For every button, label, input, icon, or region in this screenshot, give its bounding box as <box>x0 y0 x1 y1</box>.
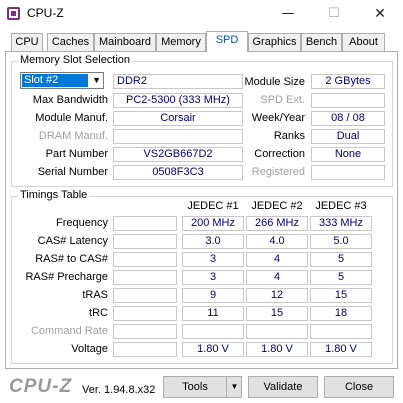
module-size-label: Module Size <box>244 76 305 88</box>
serial-number-value: 0508F3C3 <box>113 165 243 180</box>
tab-cpu[interactable]: CPU <box>11 33 43 51</box>
module-size-value: 2 GBytes <box>311 74 385 89</box>
timing-cell <box>182 324 244 339</box>
timing-row-blank-cell <box>113 234 177 249</box>
slot-select[interactable]: Slot #2 ▼ <box>20 72 104 89</box>
timing-cell: 15 <box>246 306 308 321</box>
timing-row-label: RAS# Precharge <box>25 271 108 283</box>
timing-row-label: Command Rate <box>30 325 108 337</box>
column-header-jedec-1: JEDEC #1 <box>187 200 239 212</box>
timing-row-label: CAS# Latency <box>37 235 108 247</box>
correction-label: Correction <box>254 148 305 160</box>
chevron-down-icon[interactable]: ▼ <box>226 377 242 397</box>
dram-manuf-value <box>113 129 243 144</box>
tab-memory[interactable]: Memory <box>156 33 206 51</box>
tab-spd[interactable]: SPD <box>206 31 248 52</box>
correction-value: None <box>311 147 385 162</box>
serial-number-label: Serial Number <box>37 166 108 178</box>
max-bandwidth-value: PC2-5300 (333 MHz) <box>113 93 243 108</box>
memory-type-value: DDR2 <box>113 74 243 89</box>
tab-bar: CPU Caches Mainboard Memory SPD Graphics… <box>0 31 403 52</box>
close-window-button[interactable]: ✕ <box>357 0 403 28</box>
registered-label: Registered <box>251 166 305 178</box>
tools-button-label: Tools <box>182 381 208 393</box>
module-manuf-value: Corsair <box>113 111 243 126</box>
timing-cell: 11 <box>182 306 244 321</box>
timing-row-blank-cell <box>113 270 177 285</box>
spd-ext-label: SPD Ext. <box>260 94 305 106</box>
timing-cell: 15 <box>310 288 372 303</box>
column-header-jedec-3: JEDEC #3 <box>315 200 367 212</box>
timing-row-blank-cell <box>113 288 177 303</box>
dram-manuf-label: DRAM Manuf. <box>38 130 108 142</box>
column-header-jedec-2: JEDEC #2 <box>251 200 303 212</box>
timing-row-label: Frequency <box>56 217 108 229</box>
timing-cell: 18 <box>310 306 372 321</box>
timing-row-blank-cell <box>113 324 177 339</box>
part-number-label: Part Number <box>45 148 108 160</box>
title-bar: CPU-Z — ☐ ✕ <box>0 0 403 28</box>
window-title: CPU-Z <box>27 6 64 20</box>
ranks-label: Ranks <box>273 130 305 142</box>
timing-cell: 200 MHz <box>182 216 244 231</box>
week-year-value: 08 / 08 <box>311 111 385 126</box>
minimize-button[interactable]: — <box>265 0 311 28</box>
timing-cell: 5.0 <box>310 234 372 249</box>
timing-row-label: tRC <box>89 307 108 319</box>
close-button[interactable]: Close <box>324 376 394 398</box>
group-title-memory-slot: Memory Slot Selection <box>18 54 133 66</box>
tab-about[interactable]: About <box>342 33 385 51</box>
module-manuf-label: Module Manuf. <box>35 112 108 124</box>
timing-row-blank-cell <box>113 252 177 267</box>
timing-cell: 266 MHz <box>246 216 308 231</box>
version-label: Ver. 1.94.8.x32 <box>82 384 156 396</box>
spd-panel: Memory Slot Selection Slot #2 ▼ DDR2 Max… <box>5 51 398 369</box>
timing-cell: 5 <box>310 270 372 285</box>
slot-select-value: Slot #2 <box>22 74 88 87</box>
timings-table-group: Timings Table JEDEC #1 JEDEC #2 JEDEC #3… <box>11 189 393 364</box>
timing-cell: 3 <box>182 252 244 267</box>
timing-cell: 12 <box>246 288 308 303</box>
registered-value <box>311 165 385 180</box>
memory-slot-selection-group: Memory Slot Selection Slot #2 ▼ DDR2 Max… <box>11 54 393 187</box>
timing-cell: 1.80 V <box>182 342 244 357</box>
timing-cell: 4.0 <box>246 234 308 249</box>
tools-button[interactable]: Tools ▼ <box>163 376 242 398</box>
timing-row-blank-cell <box>113 306 177 321</box>
group-title-timings: Timings Table <box>18 189 90 201</box>
max-bandwidth-label: Max Bandwidth <box>32 94 108 106</box>
timing-cell: 4 <box>246 252 308 267</box>
timing-cell: 4 <box>246 270 308 285</box>
chevron-down-icon: ▼ <box>92 75 101 85</box>
timing-cell <box>246 324 308 339</box>
cpu-z-app-icon <box>7 7 20 20</box>
timing-cell: 333 MHz <box>310 216 372 231</box>
timing-cell: 3.0 <box>182 234 244 249</box>
week-year-label: Week/Year <box>251 112 305 124</box>
timing-row-label: Voltage <box>71 343 108 355</box>
validate-button[interactable]: Validate <box>248 376 318 398</box>
timing-cell <box>310 324 372 339</box>
tab-mainboard[interactable]: Mainboard <box>94 33 156 51</box>
spd-ext-value <box>311 93 385 108</box>
timing-cell: 5 <box>310 252 372 267</box>
timing-row-blank-cell <box>113 342 177 357</box>
part-number-value: VS2GB667D2 <box>113 147 243 162</box>
tab-caches[interactable]: Caches <box>47 33 94 51</box>
timing-cell: 1.80 V <box>246 342 308 357</box>
ranks-value: Dual <box>311 129 385 144</box>
tab-bench[interactable]: Bench <box>301 33 342 51</box>
timing-row-label: RAS# to CAS# <box>35 253 108 265</box>
tab-graphics[interactable]: Graphics <box>248 33 301 51</box>
cpu-z-logo: CPU-Z <box>9 376 73 397</box>
maximize-button[interactable]: ☐ <box>311 0 357 28</box>
timing-row-label: tRAS <box>82 289 108 301</box>
timing-row-blank-cell <box>113 216 177 231</box>
timing-cell: 1.80 V <box>310 342 372 357</box>
timing-cell: 3 <box>182 270 244 285</box>
timing-cell: 9 <box>182 288 244 303</box>
